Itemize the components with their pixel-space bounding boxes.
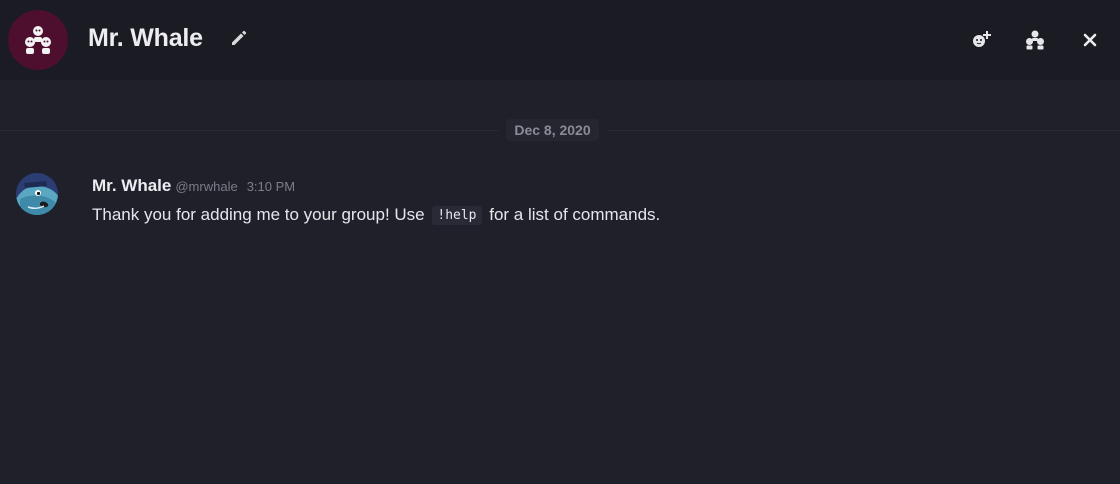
message-timestamp: 3:10 PM xyxy=(246,179,296,194)
add-user-icon xyxy=(973,31,991,47)
chat-window: Mr. Whale Dec 8, 2020 Mr. Whale @mrwhale… xyxy=(0,0,1120,484)
date-separator-label: Dec 8, 2020 xyxy=(506,119,599,141)
message-item: Mr. Whale @mrwhale 3:10 PM Thank you for… xyxy=(0,170,1120,230)
message-text-after: for a list of commands. xyxy=(489,205,661,224)
chat-header: Mr. Whale xyxy=(0,0,1120,80)
message-header: Mr. Whale @mrwhale 3:10 PM xyxy=(92,176,295,196)
pencil-icon xyxy=(232,30,247,45)
close-button[interactable] xyxy=(1078,28,1102,52)
message-text-before: Thank you for adding me to your group! U… xyxy=(92,205,425,224)
close-icon xyxy=(1083,33,1097,47)
inline-code: !help xyxy=(432,206,482,225)
message-author[interactable]: Mr. Whale xyxy=(92,176,171,196)
edit-title-button[interactable] xyxy=(229,28,249,48)
members-icon xyxy=(1026,30,1044,50)
members-button[interactable] xyxy=(1023,28,1047,52)
add-user-button[interactable] xyxy=(969,28,993,52)
message-content: Thank you for adding me to your group! U… xyxy=(92,205,660,225)
date-separator: Dec 8, 2020 xyxy=(498,118,607,142)
whale-avatar-icon xyxy=(16,173,58,215)
group-users-icon xyxy=(25,26,51,54)
avatar[interactable] xyxy=(16,173,58,215)
group-avatar[interactable] xyxy=(8,10,68,70)
message-handle: @mrwhale xyxy=(175,179,238,194)
chat-title: Mr. Whale xyxy=(88,24,203,52)
